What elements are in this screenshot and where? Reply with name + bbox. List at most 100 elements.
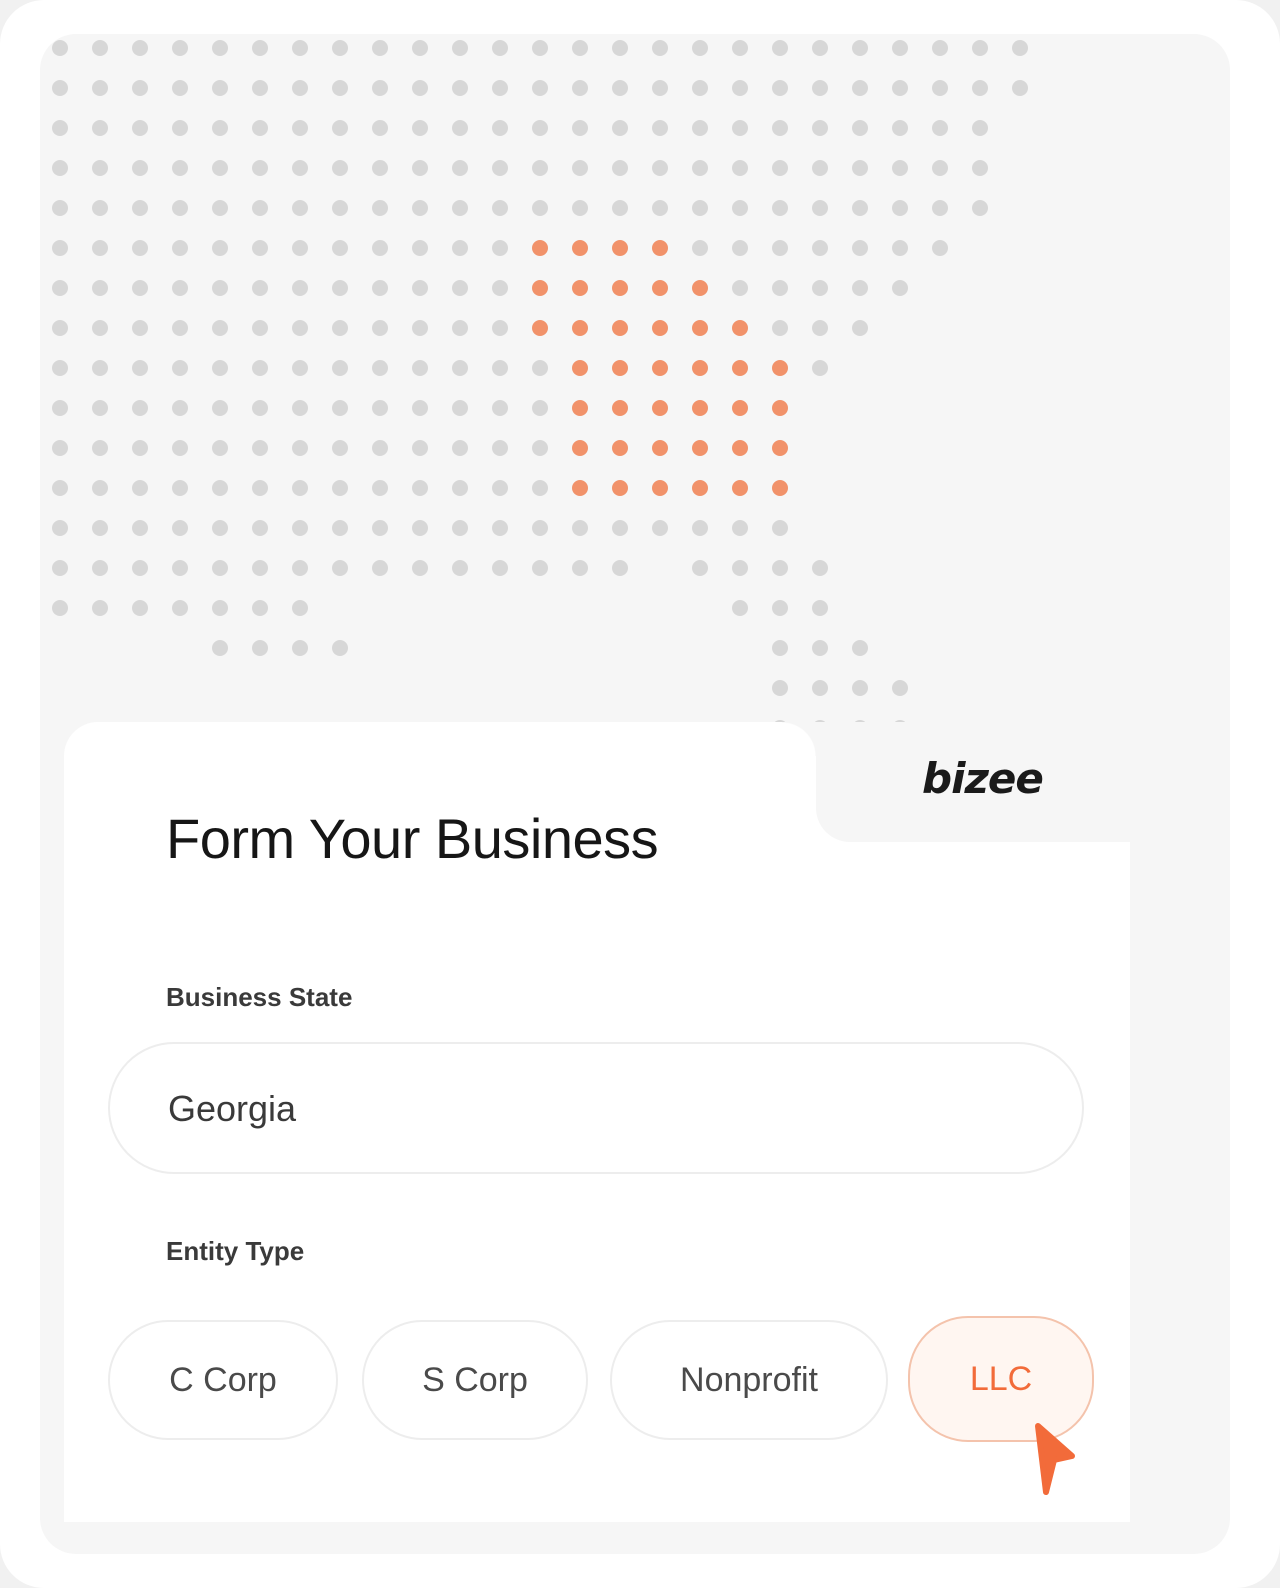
map-dot — [812, 200, 828, 216]
map-dot — [492, 320, 508, 336]
map-dot — [892, 120, 908, 136]
map-dot — [292, 200, 308, 216]
map-dot — [572, 160, 588, 176]
map-dot — [812, 40, 828, 56]
map-dot — [172, 520, 188, 536]
map-dot-highlighted — [572, 240, 588, 256]
pointer-arrow-icon — [1035, 1423, 1075, 1495]
map-dot — [492, 280, 508, 296]
map-dot — [572, 520, 588, 536]
map-dot — [612, 520, 628, 536]
map-dot — [492, 400, 508, 416]
entity-type-label: Entity Type — [166, 1236, 305, 1266]
map-dot — [52, 360, 68, 376]
map-dot-highlighted — [692, 320, 708, 336]
map-dot — [452, 520, 468, 536]
map-dot — [252, 480, 268, 496]
map-dot — [652, 120, 668, 136]
map-dot — [1012, 40, 1028, 56]
map-dot — [332, 40, 348, 56]
map-dot — [732, 280, 748, 296]
business-state-select[interactable]: Georgia — [108, 1042, 1084, 1174]
map-dot — [92, 40, 108, 56]
map-dot — [852, 80, 868, 96]
entity-option-c-corp[interactable]: C Corp — [108, 1320, 338, 1440]
map-dot — [412, 200, 428, 216]
map-dot — [572, 560, 588, 576]
map-dot — [252, 560, 268, 576]
page-title: Form Your Business — [166, 807, 659, 870]
map-dot — [252, 360, 268, 376]
map-dot — [812, 640, 828, 656]
map-dot — [292, 40, 308, 56]
map-dot — [292, 440, 308, 456]
map-dot — [292, 480, 308, 496]
map-dot — [372, 120, 388, 136]
map-dot — [212, 600, 228, 616]
map-dot — [212, 120, 228, 136]
map-dot — [692, 560, 708, 576]
map-dot — [772, 680, 788, 696]
map-dot — [932, 200, 948, 216]
map-dot — [52, 560, 68, 576]
map-dot-highlighted — [612, 440, 628, 456]
map-dot-highlighted — [532, 320, 548, 336]
map-dot — [972, 40, 988, 56]
map-dot — [492, 440, 508, 456]
map-dot-highlighted — [612, 360, 628, 376]
map-dot-highlighted — [612, 480, 628, 496]
map-dot — [812, 600, 828, 616]
map-dot — [692, 40, 708, 56]
map-dot — [292, 280, 308, 296]
map-dot — [292, 80, 308, 96]
map-dot — [1012, 80, 1028, 96]
map-dot — [652, 520, 668, 536]
map-dot — [52, 480, 68, 496]
map-dot — [772, 520, 788, 536]
map-dot — [452, 240, 468, 256]
map-dot — [452, 560, 468, 576]
map-dot — [132, 240, 148, 256]
map-dot — [372, 280, 388, 296]
map-dot — [92, 360, 108, 376]
map-dot-highlighted — [732, 440, 748, 456]
map-dot — [492, 360, 508, 376]
map-dot — [532, 400, 548, 416]
entity-option-nonprofit[interactable]: Nonprofit — [610, 1320, 888, 1440]
map-dot-highlighted — [772, 440, 788, 456]
map-dot-highlighted — [732, 360, 748, 376]
map-dot — [52, 240, 68, 256]
map-dot — [212, 200, 228, 216]
map-dot — [532, 440, 548, 456]
map-dot — [172, 560, 188, 576]
map-dot — [212, 400, 228, 416]
map-dot — [572, 80, 588, 96]
map-dot-highlighted — [572, 320, 588, 336]
map-dot — [892, 80, 908, 96]
map-dot — [452, 160, 468, 176]
map-dot — [132, 520, 148, 536]
map-dot — [172, 200, 188, 216]
map-dot — [772, 600, 788, 616]
map-dot — [292, 520, 308, 536]
map-dot — [492, 240, 508, 256]
entity-option-s-corp[interactable]: S Corp — [362, 1320, 588, 1440]
map-dot — [732, 520, 748, 536]
map-dot — [332, 400, 348, 416]
map-dot — [132, 80, 148, 96]
map-dot — [612, 200, 628, 216]
map-dot — [52, 600, 68, 616]
map-dot — [132, 40, 148, 56]
map-dot — [252, 280, 268, 296]
map-dot — [92, 280, 108, 296]
map-dot — [652, 160, 668, 176]
map-dot — [372, 160, 388, 176]
map-dot — [92, 200, 108, 216]
map-dot — [332, 240, 348, 256]
map-dot — [372, 400, 388, 416]
map-dot — [252, 80, 268, 96]
map-dot — [732, 40, 748, 56]
map-dot — [52, 520, 68, 536]
map-dot — [892, 200, 908, 216]
map-dot — [372, 440, 388, 456]
